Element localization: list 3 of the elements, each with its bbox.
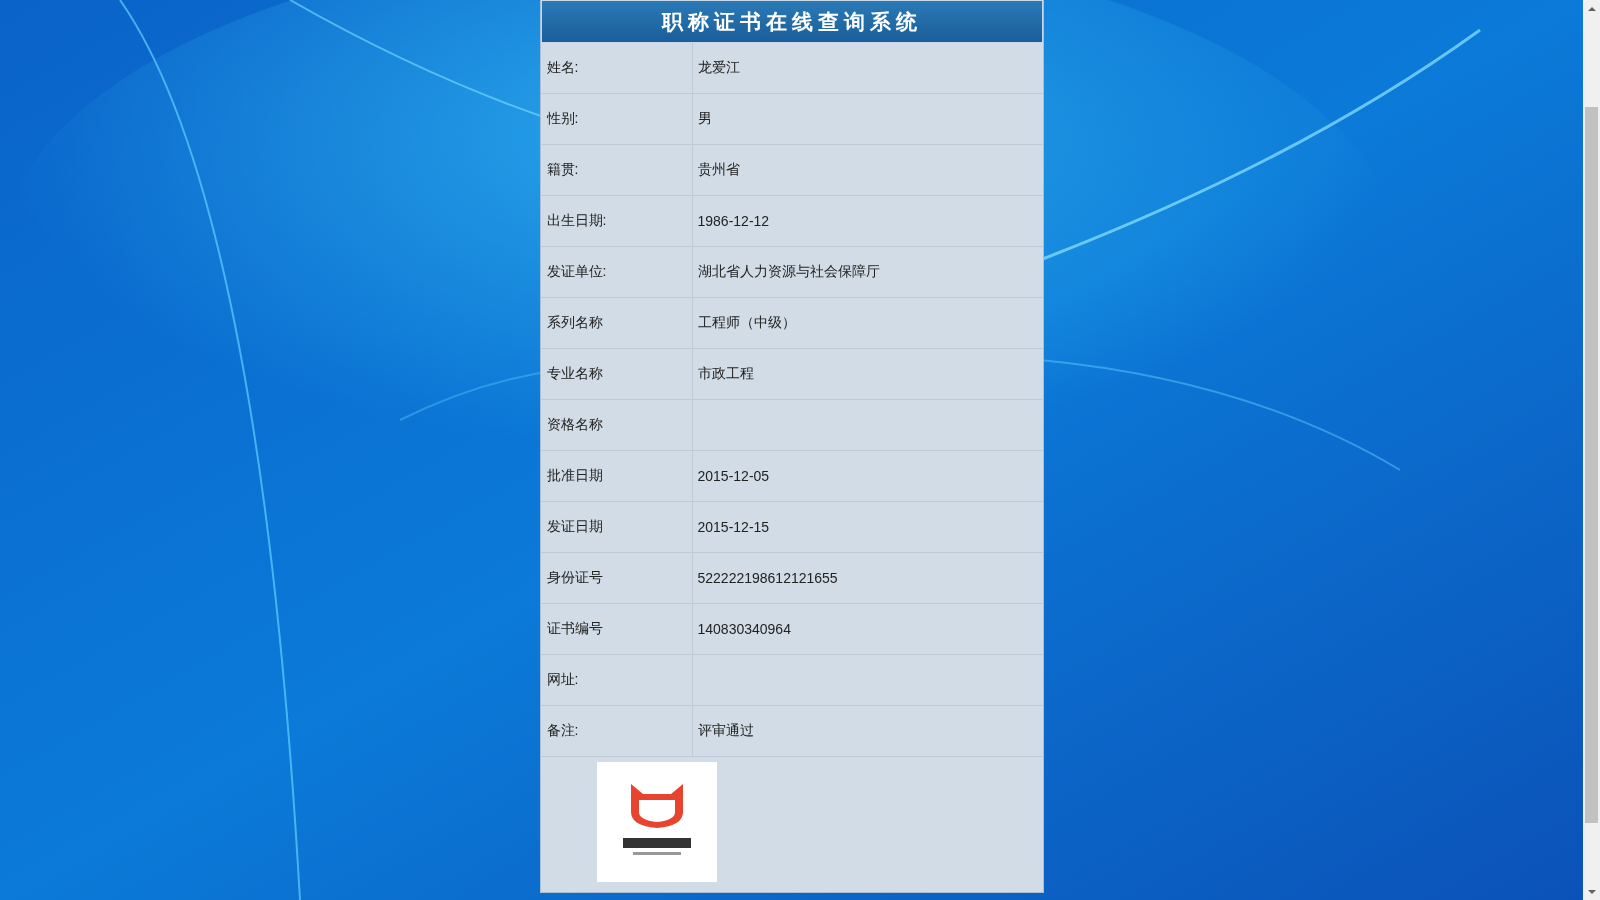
- scrollbar[interactable]: [1583, 0, 1600, 900]
- scroll-down-icon[interactable]: [1587, 889, 1596, 894]
- scroll-up-icon[interactable]: [1587, 6, 1596, 11]
